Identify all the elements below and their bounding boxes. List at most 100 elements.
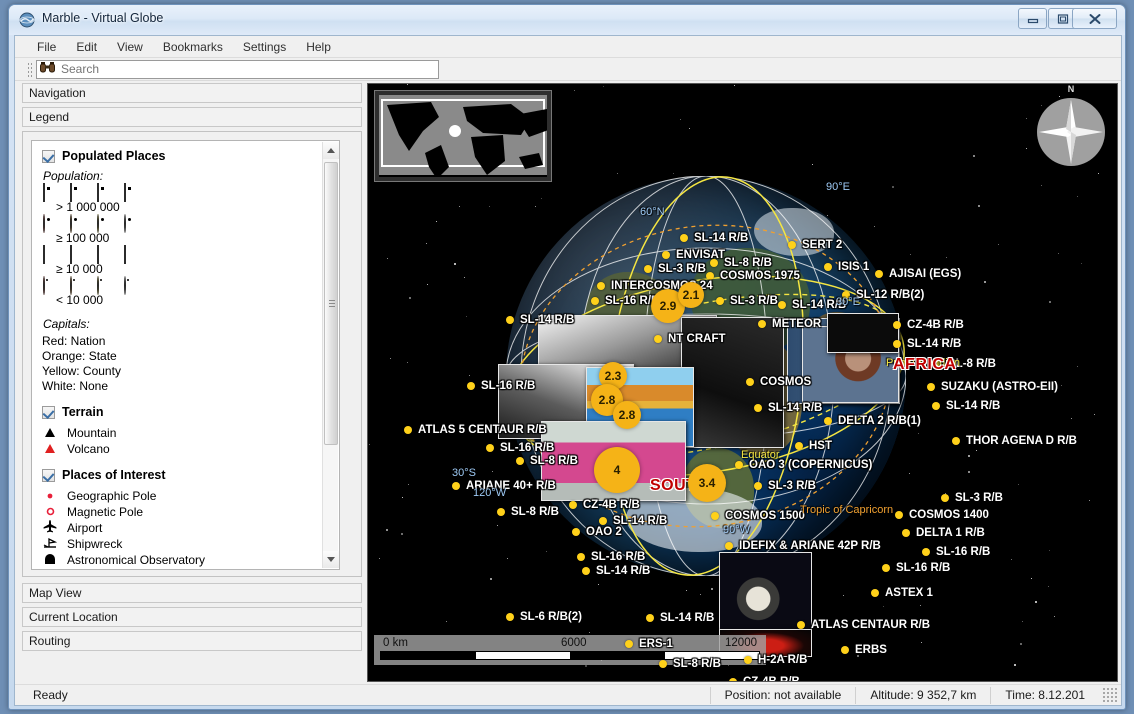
legend-group-places-of-interest[interactable]: Places of Interest <box>42 468 329 482</box>
satellite-marker[interactable] <box>625 640 633 648</box>
satellite-marker[interactable] <box>591 297 599 305</box>
overview-map[interactable] <box>374 90 552 182</box>
satellite-marker[interactable] <box>710 259 718 267</box>
satellite-marker[interactable] <box>797 621 805 629</box>
satellite-marker[interactable] <box>841 646 849 654</box>
satellite-marker[interactable] <box>744 656 752 664</box>
populated-places-checkbox[interactable] <box>42 149 55 163</box>
satellite-marker[interactable] <box>582 567 590 575</box>
satellite-marker[interactable] <box>902 529 910 537</box>
satellite-marker[interactable] <box>952 437 960 445</box>
dock-routing[interactable]: Routing <box>22 631 362 651</box>
satellite-marker[interactable] <box>746 378 754 386</box>
minimize-button[interactable] <box>1018 8 1047 29</box>
satellite-marker[interactable] <box>788 241 796 249</box>
photo-overlay-dark-sky[interactable] <box>827 313 899 353</box>
toolbar-grip[interactable] <box>27 61 32 77</box>
satellite-marker[interactable] <box>516 457 524 465</box>
satellite-marker[interactable] <box>572 528 580 536</box>
menu-edit[interactable]: Edit <box>66 38 107 56</box>
status-position: Position: not available <box>709 686 856 704</box>
satellite-marker[interactable] <box>706 272 714 280</box>
satellite-marker[interactable] <box>875 270 883 278</box>
menu-file[interactable]: File <box>27 38 66 56</box>
places-of-interest-checkbox[interactable] <box>42 468 55 482</box>
satellite-marker[interactable] <box>932 402 940 410</box>
scrollbar-thumb[interactable] <box>324 162 338 445</box>
satellite-marker[interactable] <box>404 426 412 434</box>
satellite-marker[interactable] <box>893 340 901 348</box>
satellite-marker[interactable] <box>754 482 762 490</box>
satellite-marker[interactable] <box>659 660 667 668</box>
satellite-marker[interactable] <box>577 553 585 561</box>
dock-map-view[interactable]: Map View <box>22 583 362 603</box>
menu-settings[interactable]: Settings <box>233 38 296 56</box>
satellite-marker[interactable] <box>716 297 724 305</box>
satellite-label: CZ-4B R/B <box>907 319 964 331</box>
satellite-marker[interactable] <box>599 517 607 525</box>
dock-legend[interactable]: Legend <box>22 107 362 127</box>
satellite-marker[interactable] <box>871 589 879 597</box>
earthquake-marker[interactable]: 4 <box>594 447 640 493</box>
satellite-marker[interactable] <box>506 613 514 621</box>
satellite-marker[interactable] <box>941 494 949 502</box>
satellite-marker[interactable] <box>644 265 652 273</box>
satellite-marker[interactable] <box>824 263 832 271</box>
earthquake-marker[interactable]: 2.1 <box>678 282 704 308</box>
map-view[interactable]: N 0 km 6000 12000 SL-14 R/B SERT 2 ENVIS… <box>367 83 1118 682</box>
earthquake-marker[interactable]: 3.4 <box>688 464 726 502</box>
legend-group-terrain[interactable]: Terrain <box>42 405 329 419</box>
satellite-marker[interactable] <box>662 251 670 259</box>
earthquake-marker[interactable]: 2.8 <box>613 401 641 429</box>
menu-view[interactable]: View <box>107 38 153 56</box>
dock-current-location[interactable]: Current Location <box>22 607 362 627</box>
satellite-label: SL-8 R/B <box>724 257 772 269</box>
dock-navigation[interactable]: Navigation <box>22 83 362 103</box>
satellite-marker[interactable] <box>680 234 688 242</box>
close-button[interactable] <box>1072 8 1117 29</box>
star <box>1041 185 1042 186</box>
scroll-up-button[interactable] <box>323 142 339 159</box>
star <box>968 471 970 473</box>
scale-middle-label: 6000 <box>561 637 587 649</box>
satellite-marker[interactable] <box>467 382 475 390</box>
compass-rose[interactable]: N <box>1035 84 1107 168</box>
resize-grip[interactable] <box>1102 687 1118 703</box>
satellite-marker[interactable] <box>497 508 505 516</box>
menu-help[interactable]: Help <box>296 38 341 56</box>
satellite-marker[interactable] <box>711 512 719 520</box>
satellite-marker[interactable] <box>654 335 662 343</box>
satellite-marker[interactable] <box>778 301 786 309</box>
satellite-label: SL-12 R/B(2) <box>856 289 925 301</box>
satellite-marker[interactable] <box>922 548 930 556</box>
satellite-marker[interactable] <box>597 282 605 290</box>
satellite-marker[interactable] <box>927 383 935 391</box>
satellite-marker[interactable] <box>646 614 654 622</box>
satellite-marker[interactable] <box>795 442 803 450</box>
scroll-down-button[interactable] <box>323 551 339 568</box>
menu-bookmarks[interactable]: Bookmarks <box>153 38 233 56</box>
satellite-marker[interactable] <box>882 564 890 572</box>
satellite-marker[interactable] <box>758 320 766 328</box>
satellite-marker[interactable] <box>452 482 460 490</box>
satellite-marker[interactable] <box>729 678 737 681</box>
satellite-marker[interactable] <box>735 461 743 469</box>
graticule-label: 60°N <box>640 206 665 218</box>
satellite-marker[interactable] <box>893 321 901 329</box>
satellite-marker[interactable] <box>824 417 832 425</box>
satellite-marker[interactable] <box>486 444 494 452</box>
satellite-marker[interactable] <box>506 316 514 324</box>
satellite-marker[interactable] <box>754 404 762 412</box>
terrain-checkbox[interactable] <box>42 405 55 419</box>
search-input[interactable] <box>59 61 429 77</box>
search-box[interactable] <box>36 59 439 79</box>
legend-scrollbar[interactable] <box>322 142 339 568</box>
satellite-marker[interactable] <box>895 511 903 519</box>
satellite-marker[interactable] <box>725 542 733 550</box>
legend-group-populated-places[interactable]: Populated Places <box>42 149 329 163</box>
symbol-circle-small-yellow <box>97 275 99 295</box>
star <box>390 358 391 359</box>
client-area: File Edit View Bookmarks Settings Help S… <box>14 35 1122 706</box>
compass-north-label: N <box>1067 84 1075 94</box>
satellite-marker[interactable] <box>569 501 577 509</box>
